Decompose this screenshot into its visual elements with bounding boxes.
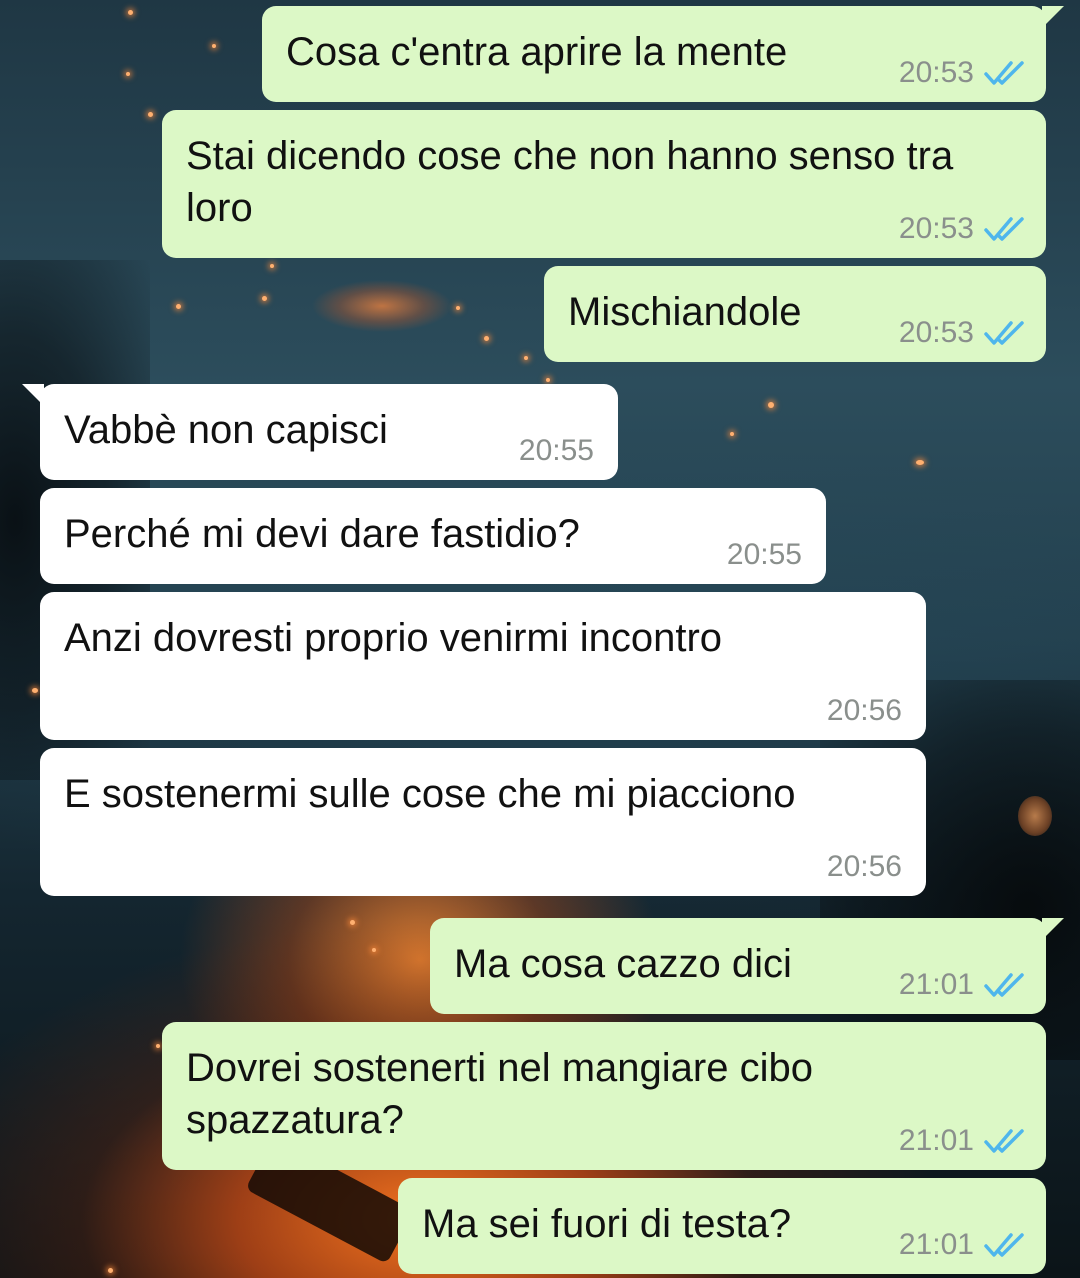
wallpaper-ember bbox=[456, 306, 460, 310]
message-time: 20:53 bbox=[898, 56, 974, 89]
message-text: Stai dicendo cose che non hanno senso tr… bbox=[186, 134, 965, 230]
message-meta: 21:01 bbox=[899, 1228, 1026, 1262]
wallpaper-ember bbox=[108, 1268, 113, 1273]
message-meta: 20:53 bbox=[899, 56, 1026, 90]
wallpaper-ember bbox=[262, 296, 267, 301]
read-double-check-icon bbox=[984, 1233, 1024, 1257]
wallpaper-ember bbox=[484, 336, 489, 341]
wallpaper-ember bbox=[156, 1044, 160, 1048]
message-time: 21:01 bbox=[898, 1124, 974, 1157]
read-double-check-icon bbox=[984, 321, 1024, 345]
message-meta: 21:01 bbox=[899, 968, 1026, 1002]
message-meta: 21:01 bbox=[899, 1124, 1026, 1158]
wallpaper-ember bbox=[768, 402, 774, 408]
outgoing-message[interactable]: Cosa c'entra aprire la mente 20:53 bbox=[262, 6, 1064, 102]
wallpaper-ember bbox=[128, 10, 133, 15]
read-double-check-icon bbox=[984, 1129, 1024, 1153]
bubble-tail bbox=[22, 384, 44, 406]
message-time: 21:01 bbox=[898, 1228, 974, 1261]
message-text: Vabbè non capisci bbox=[64, 408, 388, 452]
message-time: 20:55 bbox=[518, 434, 594, 467]
message-time: 20:56 bbox=[826, 850, 902, 883]
wallpaper-ember bbox=[270, 264, 274, 268]
outgoing-message[interactable]: Ma sei fuori di testa? 21:01 bbox=[398, 1178, 1046, 1274]
outgoing-message[interactable]: Stai dicendo cose che non hanno senso tr… bbox=[162, 110, 1046, 258]
wallpaper-ember bbox=[176, 304, 181, 309]
message-time: 20:55 bbox=[726, 538, 802, 571]
bubble-tail bbox=[1042, 6, 1064, 28]
wallpaper-ember bbox=[524, 356, 528, 360]
read-double-check-icon bbox=[984, 973, 1024, 997]
wallpaper-ember bbox=[730, 432, 734, 436]
read-double-check-icon bbox=[984, 217, 1024, 241]
message-meta: 20:56 bbox=[827, 694, 902, 728]
message-text: Dovrei sostenerti nel mangiare cibo spaz… bbox=[186, 1046, 825, 1142]
message-meta: 20:53 bbox=[899, 212, 1026, 246]
wallpaper-ember bbox=[546, 378, 550, 382]
message-text: E sostenermi sulle cose che mi piacciono bbox=[64, 772, 796, 816]
outgoing-message[interactable]: Dovrei sostenerti nel mangiare cibo spaz… bbox=[162, 1022, 1046, 1170]
message-meta: 20:56 bbox=[827, 850, 902, 884]
wallpaper-ember bbox=[148, 112, 153, 117]
incoming-message[interactable]: Perché mi devi dare fastidio? 20:55 bbox=[40, 488, 826, 584]
read-double-check-icon bbox=[984, 61, 1024, 85]
incoming-message[interactable]: E sostenermi sulle cose che mi piacciono… bbox=[40, 748, 926, 896]
message-text: Anzi dovresti proprio venirmi incontro bbox=[64, 616, 723, 660]
message-time: 20:56 bbox=[826, 694, 902, 727]
wallpaper-ember bbox=[350, 920, 355, 925]
wallpaper-ember bbox=[212, 44, 216, 48]
wallpaper-ember bbox=[32, 688, 38, 693]
wallpaper-ember bbox=[372, 948, 376, 952]
wallpaper-flame-spark bbox=[310, 270, 470, 350]
message-meta: 20:53 bbox=[899, 316, 1026, 350]
incoming-message[interactable]: Vabbè non capisci 20:55 bbox=[22, 384, 618, 480]
incoming-message[interactable]: Anzi dovresti proprio venirmi incontro 2… bbox=[40, 592, 926, 740]
message-meta: 20:55 bbox=[727, 538, 802, 572]
bubble-tail bbox=[1042, 918, 1064, 940]
wallpaper-ember bbox=[126, 72, 130, 76]
message-text: Perché mi devi dare fastidio? bbox=[64, 512, 580, 556]
wallpaper-lantern bbox=[1018, 796, 1052, 836]
message-time: 20:53 bbox=[898, 316, 974, 349]
wallpaper-ember bbox=[916, 460, 924, 465]
outgoing-message[interactable]: Mischiandole 20:53 bbox=[544, 266, 1046, 362]
outgoing-message[interactable]: Ma cosa cazzo dici 21:01 bbox=[430, 918, 1064, 1014]
message-meta: 20:55 bbox=[519, 434, 594, 468]
message-time: 20:53 bbox=[898, 212, 974, 245]
message-time: 21:01 bbox=[898, 968, 974, 1001]
